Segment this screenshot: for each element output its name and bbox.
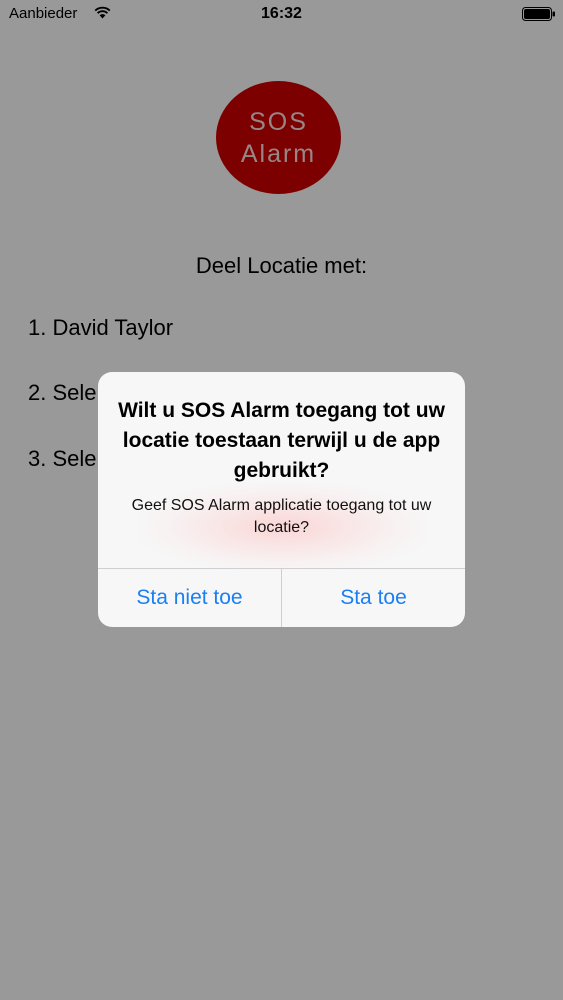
alert-title: Wilt u SOS Alarm toegang tot uw locatie …: [118, 399, 445, 482]
allow-location-button[interactable]: Sta toe: [282, 569, 465, 627]
alert-message: Geef SOS Alarm applicatie toegang tot uw…: [131, 497, 432, 536]
deny-location-button[interactable]: Sta niet toe: [98, 569, 281, 627]
location-permission-alert: Wilt u SOS Alarm toegang tot uw locatie …: [98, 372, 465, 627]
